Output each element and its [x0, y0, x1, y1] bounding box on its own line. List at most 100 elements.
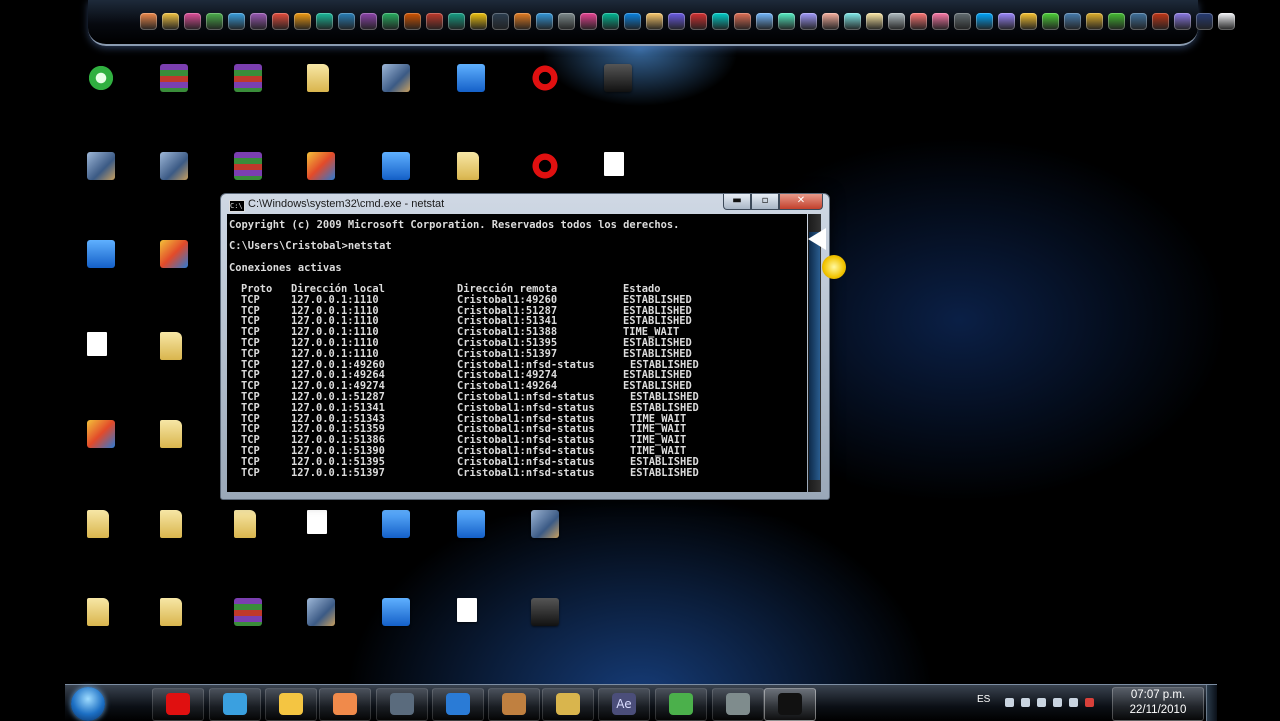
device-icon[interactable] [1037, 698, 1046, 707]
dock-app-icon[interactable] [580, 13, 597, 30]
dock-app-icon[interactable] [624, 13, 641, 30]
media-shortcut-icon[interactable] [531, 598, 559, 626]
text-document-icon[interactable] [307, 510, 327, 534]
dock-app-icon[interactable] [866, 13, 883, 30]
winrar-archive-icon[interactable] [234, 598, 262, 626]
dock-app-icon[interactable] [1130, 13, 1147, 30]
dock-app-icon[interactable] [844, 13, 861, 30]
dock-app-icon[interactable] [690, 13, 707, 30]
dock-app-icon[interactable] [888, 13, 905, 30]
minimize-button[interactable]: ▬ [723, 194, 751, 210]
blue-app-icon[interactable] [382, 152, 410, 180]
speaker-icon[interactable] [1053, 698, 1062, 707]
console-scrollbar[interactable] [808, 214, 821, 492]
network-shortcut-icon[interactable] [457, 64, 485, 92]
show-desktop-button[interactable] [1206, 685, 1217, 721]
disc-app-icon[interactable] [457, 598, 477, 622]
tray-arrow-icon[interactable] [1005, 698, 1014, 707]
dock-app-icon[interactable] [426, 13, 443, 30]
text-document-icon[interactable] [87, 332, 107, 356]
dock-app-icon[interactable] [360, 13, 377, 30]
dock-app-icon[interactable] [668, 13, 685, 30]
dock-app-icon[interactable] [228, 13, 245, 30]
dock-app-icon[interactable] [998, 13, 1015, 30]
console-output[interactable]: Copyright (c) 2009 Microsoft Corporation… [227, 214, 807, 492]
blue-app-icon[interactable] [382, 598, 410, 626]
image-file-icon[interactable] [160, 152, 188, 180]
dock-app-icon[interactable] [492, 13, 509, 30]
scrollbar-thumb[interactable] [809, 232, 820, 480]
opera-browser-icon[interactable] [531, 152, 559, 180]
opera-browser-icon[interactable] [531, 64, 559, 92]
dock-app-icon[interactable] [1020, 13, 1037, 30]
dock-app-icon[interactable] [316, 13, 333, 30]
dock-app-icon[interactable] [712, 13, 729, 30]
dock-app-icon[interactable] [514, 13, 531, 30]
dock-app-icon[interactable] [734, 13, 751, 30]
mail-taskbar-button[interactable] [376, 688, 428, 721]
network-signal-icon[interactable] [1069, 698, 1078, 707]
dock-app-icon[interactable] [822, 13, 839, 30]
dock-app-icon[interactable] [778, 13, 795, 30]
media-shortcut-icon[interactable] [604, 64, 632, 92]
flag-icon[interactable] [1021, 698, 1030, 707]
folder-icon[interactable] [160, 598, 182, 626]
blue-app-icon[interactable] [87, 240, 115, 268]
dock-app-icon[interactable] [756, 13, 773, 30]
close-button[interactable]: ✕ [779, 194, 823, 210]
folder-icon[interactable] [160, 510, 182, 538]
app-green-shortcut-icon[interactable] [87, 64, 115, 92]
dock-app-icon[interactable] [206, 13, 223, 30]
dock-app-icon[interactable] [1174, 13, 1191, 30]
program-shortcut-icon[interactable] [87, 420, 115, 448]
folder-icon[interactable] [234, 510, 256, 538]
dock-app-icon[interactable] [1196, 13, 1213, 30]
blue-app-icon[interactable] [382, 510, 410, 538]
dock-app-icon[interactable] [602, 13, 619, 30]
dock-app-icon[interactable] [338, 13, 355, 30]
tool-taskbar-button[interactable] [712, 688, 764, 721]
winrar-archive-icon[interactable] [234, 64, 262, 92]
winrar-archive-icon[interactable] [160, 240, 188, 268]
text-document-icon[interactable] [604, 152, 624, 176]
winrar-taskbar-button[interactable] [542, 688, 594, 721]
dock-app-icon[interactable] [448, 13, 465, 30]
dock-app-icon[interactable] [382, 13, 399, 30]
cmd-titlebar[interactable]: C:\ C:\Windows\system32\cmd.exe - netsta… [221, 194, 829, 214]
dock-app-icon[interactable] [1064, 13, 1081, 30]
green-app-taskbar-button[interactable] [655, 688, 707, 721]
winrar-archive-icon[interactable] [234, 152, 262, 180]
dock-app-icon[interactable] [272, 13, 289, 30]
dock-app-icon[interactable] [932, 13, 949, 30]
image-shortcut-icon[interactable] [307, 598, 335, 626]
dock-app-icon[interactable] [558, 13, 575, 30]
dock-app-icon[interactable] [184, 13, 201, 30]
dock-app-icon[interactable] [976, 13, 993, 30]
dock-app-icon[interactable] [294, 13, 311, 30]
image-shortcut-icon[interactable] [531, 510, 559, 538]
dock-app-icon[interactable] [1218, 13, 1235, 30]
explorer-taskbar-button[interactable] [265, 688, 317, 721]
maximize-button[interactable]: ▫ [751, 194, 779, 210]
photoshop-taskbar-button[interactable] [432, 688, 484, 721]
dock-app-icon[interactable] [1086, 13, 1103, 30]
dock-app-icon[interactable] [162, 13, 179, 30]
app-taskbar-button[interactable] [488, 688, 540, 721]
opera-taskbar-button[interactable] [152, 688, 204, 721]
messenger-taskbar-button[interactable] [209, 688, 261, 721]
dock-app-icon[interactable] [1042, 13, 1059, 30]
dock-app-icon[interactable] [800, 13, 817, 30]
winrar-archive-icon[interactable] [160, 64, 188, 92]
folder-icon[interactable] [457, 152, 479, 180]
dock-app-icon[interactable] [250, 13, 267, 30]
dock-app-icon[interactable] [1108, 13, 1125, 30]
dock-app-icon[interactable] [954, 13, 971, 30]
folder-icon[interactable] [160, 420, 182, 448]
folder-icon[interactable] [87, 598, 109, 626]
dock-app-icon[interactable] [910, 13, 927, 30]
dock-app-icon[interactable] [536, 13, 553, 30]
clock[interactable]: 07:07 p.m. 22/11/2010 [1112, 687, 1204, 721]
after-effects-taskbar-button[interactable]: Ae [598, 688, 650, 721]
game-shortcut-icon[interactable] [87, 152, 115, 180]
dock-app-icon[interactable] [404, 13, 421, 30]
